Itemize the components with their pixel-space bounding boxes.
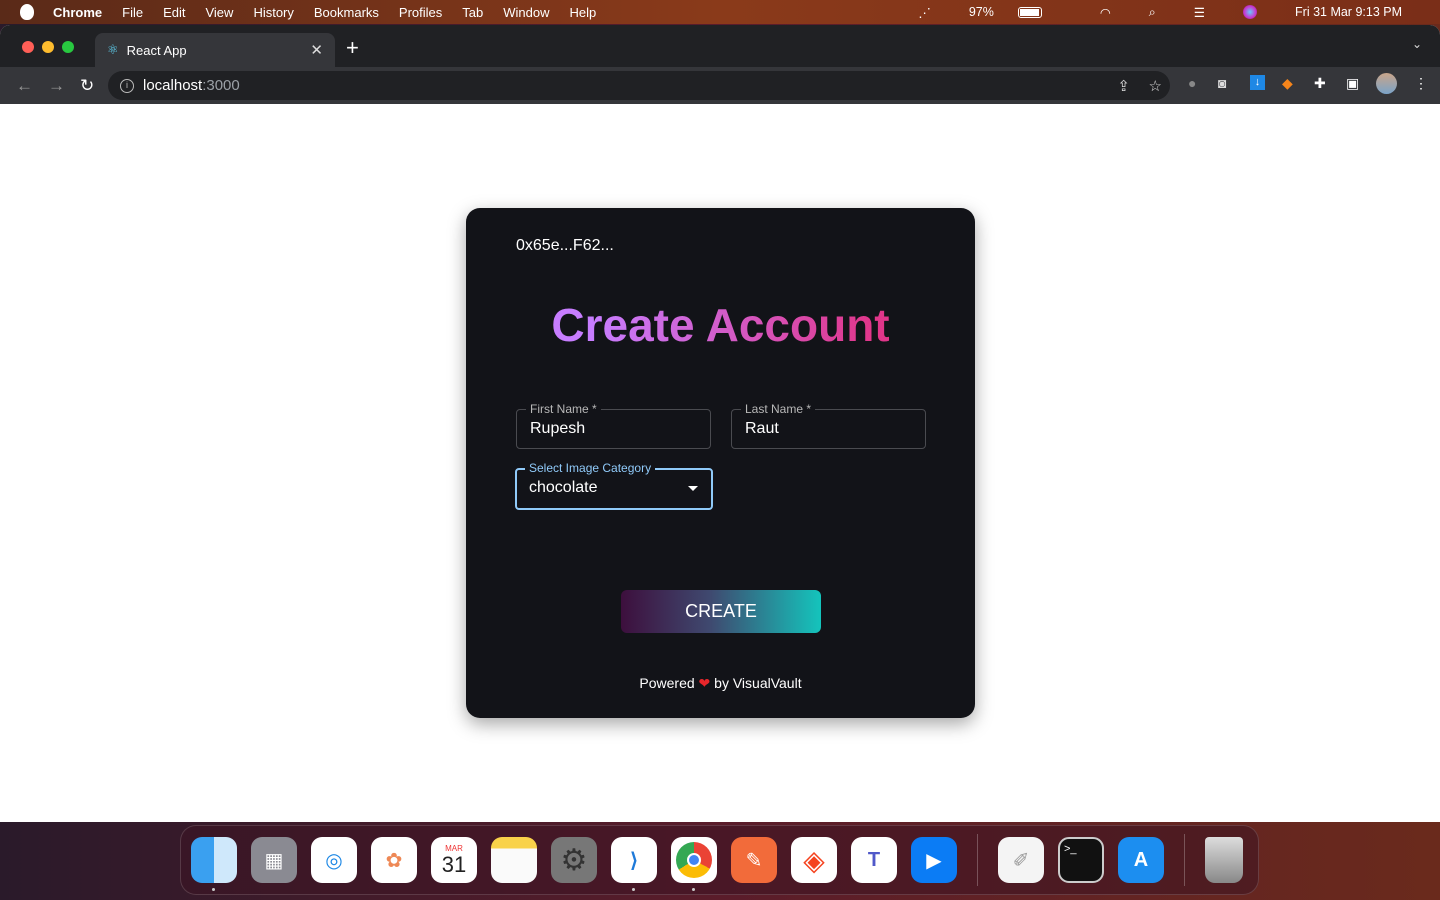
site-info-icon[interactable]: i	[120, 78, 134, 93]
url-host: localhost	[143, 77, 203, 94]
page-title: Create Account	[466, 298, 975, 352]
dock-postman-icon[interactable]: ✎	[731, 837, 777, 883]
extension-icon[interactable]: ●	[1188, 75, 1196, 91]
chrome-menu-icon[interactable]: ⋮	[1414, 75, 1428, 92]
dock-app-store-icon[interactable]: A	[1118, 837, 1164, 883]
last-name-value: Raut	[745, 420, 779, 437]
spotlight-search-icon[interactable]: ⌕	[1149, 5, 1156, 20]
last-name-field[interactable]: Last Name * Raut	[731, 402, 926, 449]
dock-zoom-icon[interactable]: ▶	[911, 837, 957, 883]
menu-help[interactable]: Help	[570, 5, 597, 20]
address-bar[interactable]: i localhost:3000 ⇪ ☆	[108, 71, 1170, 100]
menu-app-name[interactable]: Chrome	[53, 5, 102, 20]
side-panel-icon[interactable]: ▣	[1346, 75, 1359, 92]
camera-extension-icon[interactable]: ◙	[1218, 75, 1226, 91]
dock-separator-2	[1184, 834, 1185, 886]
tab-title: React App	[126, 42, 187, 58]
create-button[interactable]: CREATE	[621, 590, 821, 633]
dock-chrome-icon[interactable]	[671, 837, 717, 891]
first-name-label: First Name *	[526, 402, 601, 416]
minimize-window-button[interactable]	[42, 41, 54, 53]
clock[interactable]: Fri 31 Mar 9:13 PM	[1295, 5, 1402, 19]
wifi-icon[interactable]: ◠	[1100, 5, 1111, 20]
dock-separator	[977, 834, 978, 886]
first-name-value: Rupesh	[530, 420, 586, 437]
wallet-address: 0x65e...F62...	[516, 237, 614, 254]
first-name-field[interactable]: First Name * Rupesh	[516, 402, 711, 449]
back-icon[interactable]: ←	[16, 76, 33, 96]
dock-finder-icon[interactable]	[191, 837, 237, 891]
tab-bar: ⚛ React App ✕ + ⌄	[0, 25, 1440, 67]
image-category-value: chocolate	[529, 479, 598, 496]
dock-notes-icon[interactable]	[491, 837, 537, 883]
menu-edit[interactable]: Edit	[163, 5, 185, 20]
powered-by-footer: Powered ❤ by VisualVault	[466, 675, 975, 692]
close-window-button[interactable]	[22, 41, 34, 53]
dock-photos-icon[interactable]: ✿	[371, 837, 417, 883]
menu-window[interactable]: Window	[503, 5, 549, 20]
activity-icon[interactable]: ⋰	[918, 5, 931, 20]
react-icon: ⚛	[107, 42, 119, 57]
heart-icon: ❤	[698, 675, 711, 691]
dock-terminal-icon[interactable]: >_	[1058, 837, 1104, 883]
dock-trash-icon[interactable]	[1205, 837, 1243, 883]
dock-brave-icon[interactable]: ◈	[791, 837, 837, 883]
dock-calendar-icon[interactable]: MAR 31	[431, 837, 477, 883]
dock: ▦ ◎ ✿ MAR 31 ⚙ ⟩ ✎ ◈ T ▶ ✐ >_ A	[180, 825, 1259, 895]
dock-launchpad-icon[interactable]: ▦	[251, 837, 297, 883]
menu-view[interactable]: View	[205, 5, 233, 20]
browser-window: ⚛ React App ✕ + ⌄ ← → ↻ i localhost:3000…	[0, 25, 1440, 822]
menu-profiles[interactable]: Profiles	[399, 5, 442, 20]
dropdown-caret-icon	[688, 486, 698, 491]
bookmark-star-icon[interactable]: ☆	[1149, 77, 1162, 95]
dock-safari-icon[interactable]: ◎	[311, 837, 357, 883]
battery-percent: 97%	[968, 5, 994, 19]
create-account-card: 0x65e...F62... Create Account First Name…	[466, 208, 975, 718]
powered-suffix: by VisualVault	[714, 675, 802, 691]
apple-icon[interactable]	[20, 4, 34, 20]
powered-prefix: Powered	[639, 675, 695, 691]
browser-toolbar: ← → ↻ i localhost:3000 ⇪ ☆ ● ◙ ↓ ◆ ✚ ▣ ⋮	[0, 67, 1440, 104]
tab-react-app[interactable]: ⚛ React App ✕	[95, 33, 335, 67]
tab-search-chevron-icon[interactable]: ⌄	[1412, 37, 1422, 51]
siri-icon[interactable]	[1243, 5, 1258, 19]
battery-status[interactable]: 97%	[969, 5, 1062, 19]
url-port: :3000	[202, 77, 240, 94]
dock-vscode-icon[interactable]: ⟩	[611, 837, 657, 891]
new-tab-button[interactable]: +	[346, 35, 359, 61]
menu-tab[interactable]: Tab	[462, 5, 483, 20]
metamask-fox-icon[interactable]: ◆	[1282, 75, 1293, 92]
maximize-window-button[interactable]	[62, 41, 74, 53]
dock-system-settings-icon[interactable]: ⚙	[551, 837, 597, 883]
download-extension-icon[interactable]: ↓	[1250, 75, 1265, 90]
dock-teams-icon[interactable]: T	[851, 837, 897, 883]
share-icon[interactable]: ⇪	[1117, 77, 1130, 95]
menu-bar: Chrome File Edit View History Bookmarks …	[0, 0, 1440, 24]
menu-history[interactable]: History	[253, 5, 293, 20]
profile-avatar[interactable]	[1376, 73, 1397, 94]
page-content: 0x65e...F62... Create Account First Name…	[0, 104, 1440, 822]
battery-icon	[1017, 7, 1042, 19]
menu-bookmarks[interactable]: Bookmarks	[314, 5, 379, 20]
image-category-select[interactable]: Select Image Category chocolate	[515, 461, 713, 510]
dock-textedit-icon[interactable]: ✐	[998, 837, 1044, 883]
close-tab-icon[interactable]: ✕	[310, 41, 323, 59]
calendar-day: 31	[441, 851, 467, 877]
control-center-icon[interactable]: ☰	[1194, 5, 1205, 20]
image-category-label: Select Image Category	[525, 461, 656, 475]
menu-file[interactable]: File	[122, 5, 143, 20]
extensions-puzzle-icon[interactable]: ✚	[1314, 75, 1326, 92]
reload-icon[interactable]: ↻	[80, 76, 96, 96]
last-name-label: Last Name *	[741, 402, 816, 416]
forward-icon[interactable]: →	[48, 76, 65, 96]
